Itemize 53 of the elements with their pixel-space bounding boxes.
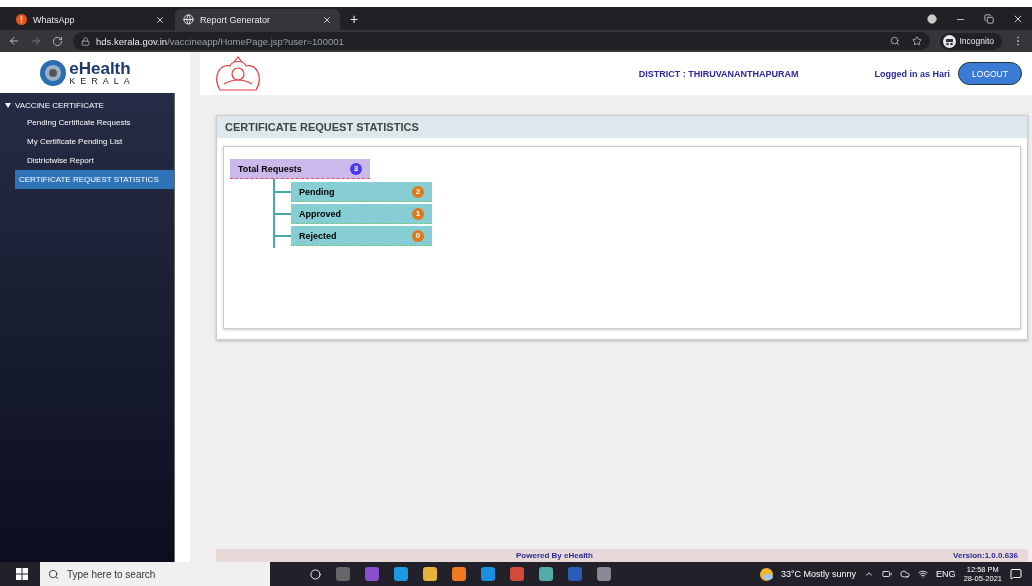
cloud-icon[interactable] bbox=[900, 569, 911, 579]
powered-by-text: Powered By eHealth bbox=[516, 551, 593, 560]
incognito-icon bbox=[942, 34, 956, 48]
reload-icon[interactable] bbox=[52, 35, 63, 47]
logo-title: eHealth bbox=[69, 59, 132, 77]
count-badge: 0 bbox=[412, 229, 424, 242]
logo-emblem-icon bbox=[40, 59, 67, 86]
search-icon bbox=[48, 568, 59, 580]
status-label: Pending bbox=[299, 186, 335, 197]
version-text: Version:1.0.0.636 bbox=[953, 551, 1018, 560]
new-tab-button[interactable]: + bbox=[342, 11, 367, 30]
profile-button[interactable]: Incognito bbox=[939, 32, 1002, 50]
count-badge: 1 bbox=[412, 207, 424, 220]
sidebar-item[interactable]: CERTIFICATE REQUEST STATISTICS bbox=[15, 170, 174, 189]
circle-icon[interactable] bbox=[927, 14, 937, 24]
back-icon[interactable] bbox=[8, 35, 20, 47]
star-icon[interactable] bbox=[911, 36, 922, 46]
restore-icon[interactable] bbox=[984, 14, 994, 24]
status-label: Approved bbox=[299, 208, 341, 219]
total-requests-label: Total Requests bbox=[238, 163, 302, 174]
chevron-up-icon[interactable] bbox=[864, 569, 875, 579]
windows-icon[interactable] bbox=[16, 568, 28, 580]
taskbar-search-field[interactable]: Type here to search bbox=[40, 562, 270, 586]
address-field[interactable]: hds.kerala.gov.in/vaccineapp/HomePage.jsp?user=100001 bbox=[73, 32, 930, 50]
count-badge: 3 bbox=[350, 162, 362, 175]
sidebar-item[interactable]: Districtwise Report bbox=[15, 151, 174, 170]
user-label: Logged in as Hari bbox=[874, 68, 950, 79]
weather-text: 33°C Mostly sunny bbox=[780, 569, 857, 579]
district-label: DISTRICT : THIRUVANANTHAPURAM bbox=[638, 68, 799, 79]
wifi-icon[interactable] bbox=[918, 569, 929, 579]
battery-icon[interactable] bbox=[882, 569, 893, 579]
alert-icon bbox=[16, 14, 27, 25]
language-text[interactable]: ENG bbox=[936, 569, 956, 579]
sidebar-item[interactable]: Pending Certificate Requests bbox=[15, 113, 174, 132]
close-icon[interactable] bbox=[1012, 13, 1024, 25]
logo-subtitle: KERALA bbox=[69, 76, 135, 86]
browser-tab[interactable]: WhatsApp bbox=[8, 9, 173, 30]
logout-button[interactable]: LOGOUT bbox=[958, 62, 1022, 85]
search-placeholder: Type here to search bbox=[67, 568, 156, 580]
close-icon[interactable] bbox=[155, 14, 165, 25]
count-badge: 2 bbox=[412, 185, 424, 198]
sidebar-section[interactable]: VACCINE CERTIFICATE bbox=[0, 97, 174, 113]
zoom-icon[interactable] bbox=[889, 36, 900, 46]
sidebar-item[interactable]: My Certificate Pending List bbox=[15, 132, 174, 151]
close-icon[interactable] bbox=[322, 14, 332, 25]
url-text: hds.kerala.gov.in/vaccineapp/HomePage.jsp?user=100001 bbox=[96, 35, 344, 47]
browser-tab[interactable]: Report Generator bbox=[175, 9, 340, 30]
panel-title: CERTIFICATE REQUEST STATISTICS bbox=[217, 116, 1027, 138]
status-label: Rejected bbox=[299, 230, 337, 241]
globe-icon bbox=[183, 14, 194, 25]
lock-icon bbox=[81, 36, 90, 46]
sun-cloud-icon bbox=[759, 567, 773, 581]
notification-icon[interactable] bbox=[1010, 568, 1022, 580]
